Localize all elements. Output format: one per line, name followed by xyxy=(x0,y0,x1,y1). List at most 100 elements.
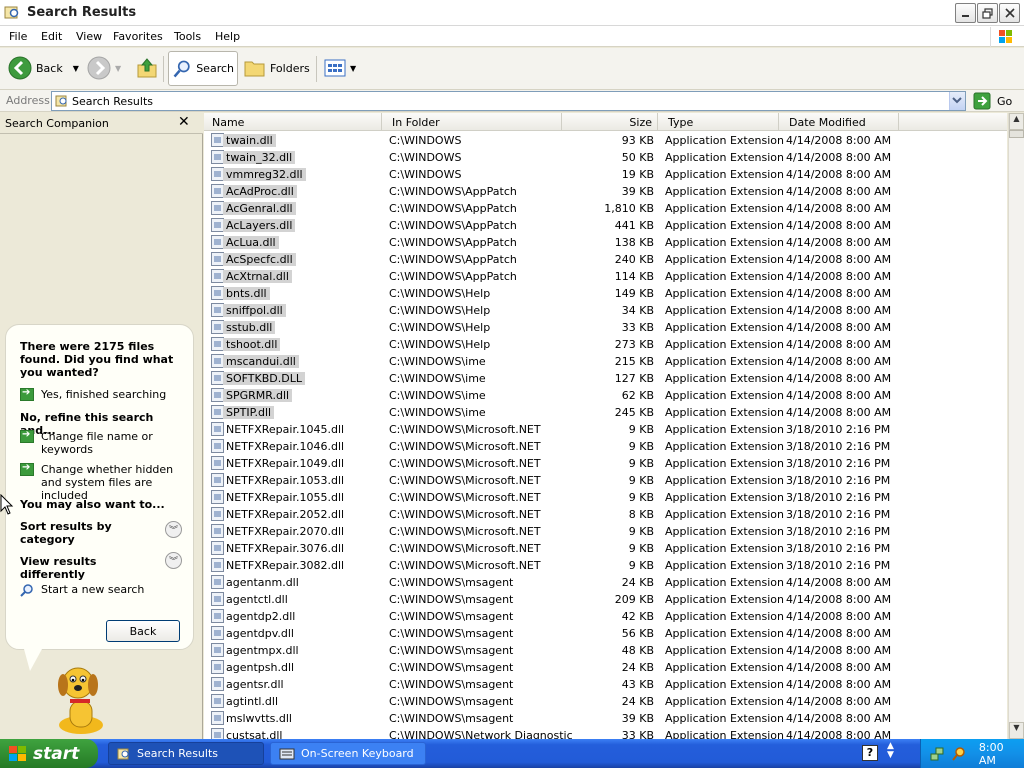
file-folder: C:\WINDOWS\ime xyxy=(389,389,486,402)
search-icon xyxy=(173,60,190,77)
file-row[interactable]: SPTIP.dll C:\WINDOWS\ime 245 KB Application… xyxy=(204,404,1007,421)
file-name: AcXtrnal.dll xyxy=(223,270,292,283)
keyboard-icon xyxy=(279,748,295,759)
file-row[interactable]: NETFXRepair.3082.dll C:\WINDOWS\Microsoft… xyxy=(204,557,1007,574)
file-size: 24 KB xyxy=(621,576,654,589)
file-row[interactable]: custsat.dll C:\WINDOWS\Network Diagnostic… xyxy=(204,727,1007,739)
menu-view[interactable]: View xyxy=(76,30,102,43)
change-hidden-link[interactable]: Change whether hidden and system files a… xyxy=(20,462,181,502)
file-row[interactable]: AcAdProc.dll C:\WINDOWS\AppPatch 39 KB Appl… xyxy=(204,183,1007,200)
address-field[interactable]: Search Results xyxy=(51,91,966,111)
forward-toolbar-button[interactable]: ▼ xyxy=(87,56,121,80)
task-on-screen-keyboard[interactable]: On-Screen Keyboard xyxy=(270,742,426,765)
file-name: mslwvtts.dll xyxy=(226,712,292,725)
companion-back-button[interactable]: Back xyxy=(106,620,180,642)
file-row[interactable]: mscandui.dll C:\WINDOWS\ime 215 KB Applicat… xyxy=(204,353,1007,370)
file-type: Application Extension xyxy=(665,372,784,385)
network-tray-icon[interactable] xyxy=(929,746,945,762)
file-row[interactable]: SOFTKBD.DLL C:\WINDOWS\ime 127 KB Applicati… xyxy=(204,370,1007,387)
green-arrow-icon xyxy=(20,387,34,401)
expand-chevron-icon[interactable]: ︾ xyxy=(165,552,182,569)
file-row[interactable]: SPGRMR.dll C:\WINDOWS\ime 62 KB Application… xyxy=(204,387,1007,404)
change-name-link[interactable]: Change file name or keywords xyxy=(20,429,181,456)
back-toolbar-button[interactable]: Back ▼ xyxy=(8,56,79,80)
file-row[interactable]: vmmreg32.dll C:\WINDOWS 19 KB Application E… xyxy=(204,166,1007,183)
minimize-button[interactable] xyxy=(955,3,976,23)
column-date-modified[interactable]: Date Modified xyxy=(779,113,899,131)
file-row[interactable]: sniffpol.dll C:\WINDOWS\Help 34 KB Applicat… xyxy=(204,302,1007,319)
file-row[interactable]: agentpsh.dll C:\WINDOWS\msagent 24 KB Appli… xyxy=(204,659,1007,676)
file-row[interactable]: AcLua.dll C:\WINDOWS\AppPatch 138 KB Applic… xyxy=(204,234,1007,251)
finished-searching-link[interactable]: Yes, finished searching xyxy=(20,387,181,401)
forward-dropdown-icon[interactable]: ▼ xyxy=(115,64,121,73)
up-folder-button[interactable] xyxy=(136,57,158,79)
companion-close-icon[interactable]: ✕ xyxy=(178,114,190,130)
menu-file[interactable]: File xyxy=(9,30,27,43)
scroll-up-button[interactable]: ▲ xyxy=(1009,113,1024,130)
file-date: 4/14/2008 8:00 AM xyxy=(786,355,892,368)
file-row[interactable]: AcGenral.dll C:\WINDOWS\AppPatch 1,810 KB A… xyxy=(204,200,1007,217)
file-date: 4/14/2008 8:00 AM xyxy=(786,304,892,317)
file-row[interactable]: agentctl.dll C:\WINDOWS\msagent 209 KB Appl… xyxy=(204,591,1007,608)
file-type: Application Extension xyxy=(665,185,784,198)
file-row[interactable]: NETFXRepair.1046.dll C:\WINDOWS\Microsoft… xyxy=(204,438,1007,455)
sort-results-link[interactable]: Sort results by category xyxy=(20,520,140,546)
restore-button[interactable] xyxy=(977,3,998,23)
tray-expand-icon[interactable]: ▲ ▼ xyxy=(887,742,894,760)
task-search-results[interactable]: Search Results xyxy=(108,742,264,765)
scroll-thumb[interactable] xyxy=(1009,130,1024,138)
file-row[interactable]: agentdp2.dll C:\WINDOWS\msagent 42 KB Appli… xyxy=(204,608,1007,625)
column-type[interactable]: Type xyxy=(658,113,779,131)
search-toolbar-button[interactable]: Search xyxy=(168,51,238,86)
clock[interactable]: 8:00 AM xyxy=(979,741,1024,767)
file-folder: C:\WINDOWS\msagent xyxy=(389,610,514,623)
menu-favorites[interactable]: Favorites xyxy=(113,30,163,43)
title-bar: Search Results xyxy=(0,0,1024,26)
file-row[interactable]: mslwvtts.dll C:\WINDOWS\msagent 39 KB Appli… xyxy=(204,710,1007,727)
file-row[interactable]: NETFXRepair.1055.dll C:\WINDOWS\Microsoft… xyxy=(204,489,1007,506)
file-row[interactable]: NETFXRepair.3076.dll C:\WINDOWS\Microsoft… xyxy=(204,540,1007,557)
search-tray-icon[interactable] xyxy=(951,746,967,762)
expand-chevron-icon[interactable]: ︾ xyxy=(165,521,182,538)
file-row[interactable]: NETFXRepair.1049.dll C:\WINDOWS\Microsoft… xyxy=(204,455,1007,472)
file-row[interactable]: tshoot.dll C:\WINDOWS\Help 273 KB Applicati… xyxy=(204,336,1007,353)
address-dropdown-button[interactable] xyxy=(949,92,965,110)
column-name[interactable]: Name xyxy=(204,113,382,131)
folders-toolbar-button[interactable]: Folders xyxy=(244,58,310,78)
column-size[interactable]: Size xyxy=(562,113,658,131)
file-row[interactable]: NETFXRepair.1045.dll C:\WINDOWS\Microsoft… xyxy=(204,421,1007,438)
scroll-down-button[interactable]: ▼ xyxy=(1009,722,1024,739)
menu-tools[interactable]: Tools xyxy=(174,30,201,43)
file-row[interactable]: NETFXRepair.2052.dll C:\WINDOWS\Microsoft… xyxy=(204,506,1007,523)
file-row[interactable]: sstub.dll C:\WINDOWS\Help 33 KB Application… xyxy=(204,319,1007,336)
menu-edit[interactable]: Edit xyxy=(41,30,62,43)
help-tray-icon[interactable]: ? xyxy=(862,745,878,761)
vertical-scrollbar[interactable]: ▲ ▼ xyxy=(1008,113,1024,739)
file-row[interactable]: agentmpx.dll C:\WINDOWS\msagent 48 KB Appli… xyxy=(204,642,1007,659)
file-name: NETFXRepair.1053.dll xyxy=(226,474,345,487)
view-results-link[interactable]: View results differently xyxy=(20,555,160,581)
views-toolbar-button[interactable]: ▼ xyxy=(324,59,356,77)
file-row[interactable]: NETFXRepair.2070.dll C:\WINDOWS\Microsoft… xyxy=(204,523,1007,540)
file-row[interactable]: AcLayers.dll C:\WINDOWS\AppPatch 441 KB App… xyxy=(204,217,1007,234)
file-row[interactable]: agentanm.dll C:\WINDOWS\msagent 24 KB Appli… xyxy=(204,574,1007,591)
file-type: Application Extension xyxy=(665,168,784,181)
file-row[interactable]: agtintl.dll C:\WINDOWS\msagent 24 KB Applic… xyxy=(204,693,1007,710)
column-in-folder[interactable]: In Folder xyxy=(382,113,562,131)
file-size: 1,810 KB xyxy=(604,202,654,215)
go-button[interactable]: Go xyxy=(973,92,1012,110)
start-button[interactable]: start xyxy=(0,739,98,768)
file-row[interactable]: twain_32.dll C:\WINDOWS 50 KB Application E… xyxy=(204,149,1007,166)
file-row[interactable]: AcSpecfc.dll C:\WINDOWS\AppPatch 240 KB App… xyxy=(204,251,1007,268)
file-row[interactable]: NETFXRepair.1053.dll C:\WINDOWS\Microsoft… xyxy=(204,472,1007,489)
file-row[interactable]: twain.dll C:\WINDOWS 93 KB Application Exte… xyxy=(204,132,1007,149)
file-row[interactable]: agentdpv.dll C:\WINDOWS\msagent 56 KB Appli… xyxy=(204,625,1007,642)
file-row[interactable]: agentsr.dll C:\WINDOWS\msagent 43 KB Applic… xyxy=(204,676,1007,693)
menu-help[interactable]: Help xyxy=(215,30,240,43)
file-row[interactable]: AcXtrnal.dll C:\WINDOWS\AppPatch 114 KB App… xyxy=(204,268,1007,285)
close-button[interactable] xyxy=(999,3,1020,23)
new-search-link[interactable]: Start a new search xyxy=(20,583,181,597)
back-dropdown-icon[interactable]: ▼ xyxy=(73,64,79,73)
folders-label: Folders xyxy=(270,61,310,75)
file-row[interactable]: bnts.dll C:\WINDOWS\Help 149 KB Application… xyxy=(204,285,1007,302)
